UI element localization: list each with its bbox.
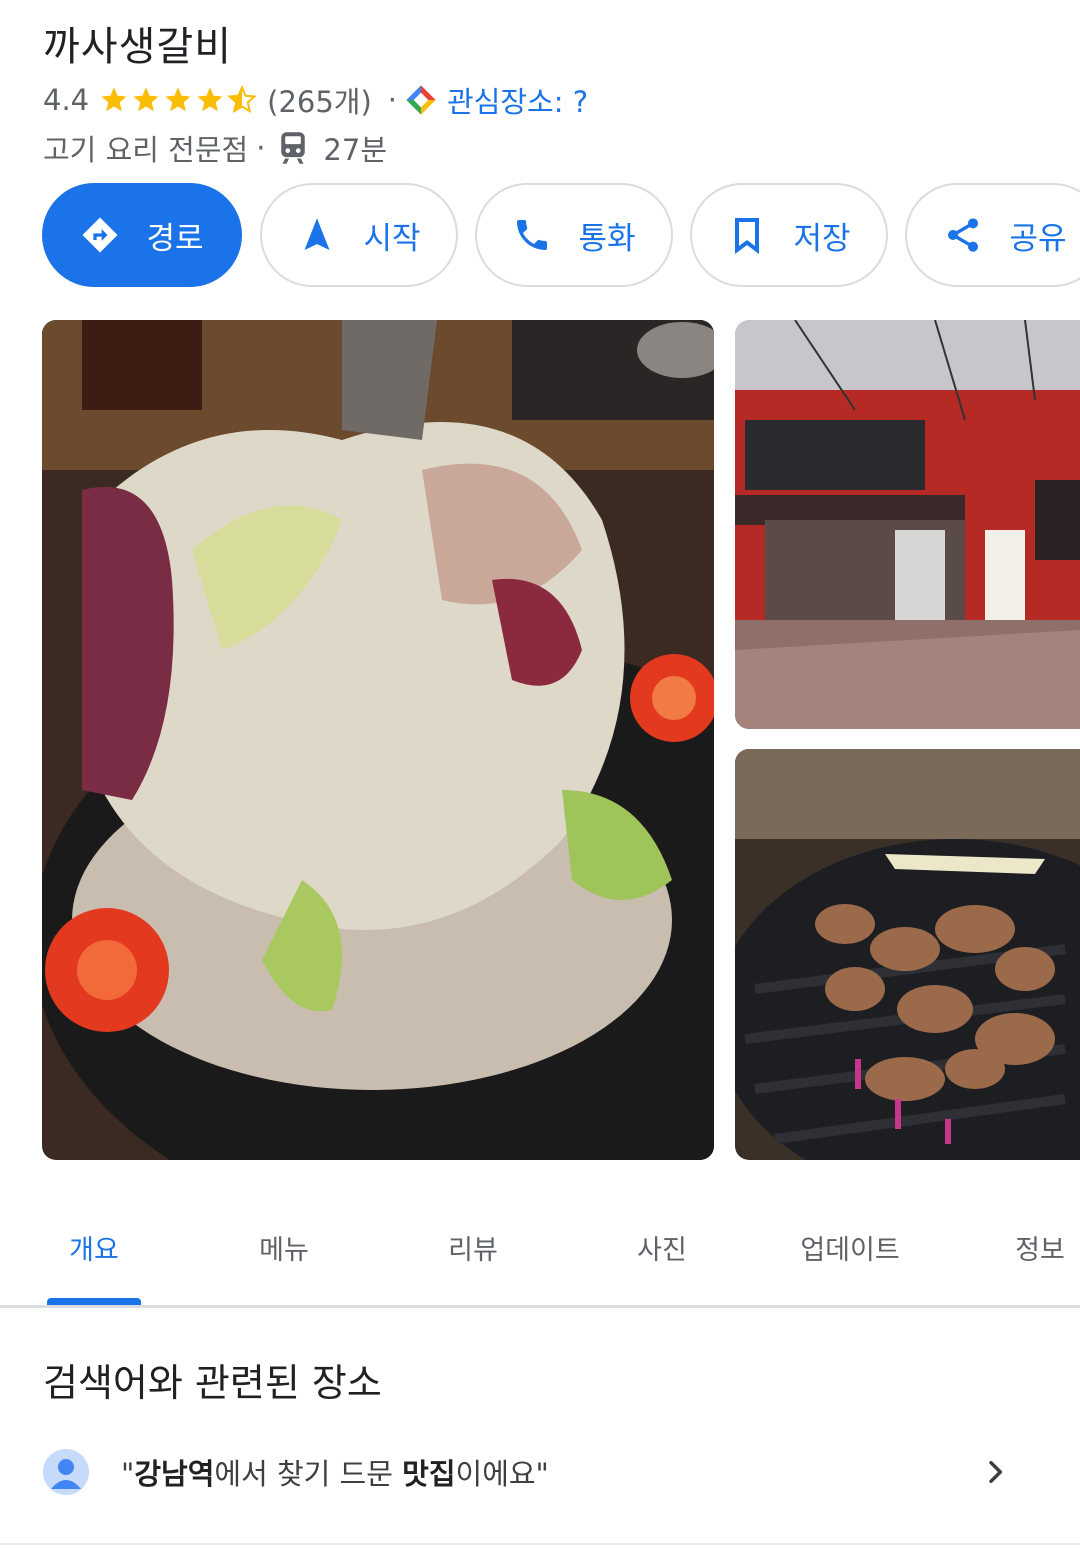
- share-button[interactable]: 공유: [905, 183, 1080, 287]
- storefront-image: [735, 320, 1080, 729]
- interest-place-link[interactable]: 관심장소: ?: [405, 79, 588, 121]
- tab-info[interactable]: 정보: [1015, 1228, 1065, 1267]
- transit-time: 27분: [323, 133, 388, 167]
- main-photo-salad[interactable]: [42, 320, 714, 1160]
- tabs-divider: [0, 1305, 1080, 1308]
- quote-text-end: 이에요": [455, 1457, 549, 1491]
- review-count[interactable]: (265개): [267, 79, 372, 121]
- action-chips: 경로 시작 통화 저장 공유: [42, 183, 1080, 287]
- avatar: [43, 1449, 89, 1495]
- start-button[interactable]: 시작: [260, 183, 458, 287]
- tab-photos[interactable]: 사진: [637, 1228, 687, 1267]
- grill-photo[interactable]: [735, 749, 1080, 1160]
- directions-icon: [82, 217, 118, 253]
- interest-diamond-icon: [406, 85, 436, 115]
- quote-open: ": [121, 1457, 135, 1491]
- highlight-location: 강남역: [134, 1457, 215, 1491]
- share-icon: [948, 218, 979, 252]
- place-title: 까사생갈비: [43, 24, 232, 70]
- tab-updates[interactable]: 업데이트: [800, 1228, 899, 1267]
- tab-reviews[interactable]: 리뷰: [448, 1228, 498, 1267]
- star-icon: [133, 87, 159, 112]
- separator-dot: ·: [387, 83, 398, 117]
- tab-menu[interactable]: 메뉴: [259, 1228, 309, 1267]
- storefront-photo[interactable]: [735, 320, 1080, 729]
- quote-text: 에서 찾기 드문: [214, 1457, 403, 1491]
- star-icon: [165, 87, 191, 112]
- directions-label: 경로: [146, 220, 204, 257]
- tab-bar: 개요 메뉴 리뷰 사진 업데이트 정보: [0, 1214, 1080, 1308]
- half-star-icon: [227, 85, 258, 114]
- rating-score: 4.4: [43, 83, 90, 117]
- save-label: 저장: [793, 220, 851, 257]
- grilled-meat-image: [735, 749, 1080, 1160]
- bottom-divider: [0, 1543, 1080, 1545]
- separator-dot: ·: [256, 131, 266, 165]
- start-label: 시작: [363, 220, 421, 257]
- related-section-title: 검색어와 관련된 장소: [43, 1361, 382, 1405]
- category-label: 고기 요리 전문점: [43, 133, 249, 167]
- phone-icon: [517, 220, 548, 250]
- navigation-arrow-icon: [304, 218, 330, 250]
- train-icon: [281, 132, 306, 164]
- person-icon: [43, 1449, 89, 1495]
- highlight-keyword: 맛집: [402, 1457, 456, 1491]
- chevron-right-icon: [989, 1460, 1003, 1484]
- category-row: 고기 요리 전문점 · 27분: [43, 126, 387, 170]
- bookmark-icon: [735, 218, 760, 254]
- related-review-row[interactable]: "강남역에서 찾기 드문 맛집이에요": [43, 1440, 1043, 1504]
- save-button[interactable]: 저장: [690, 183, 888, 287]
- star-icon: [101, 87, 127, 112]
- rating-row: 4.4 (265개) · 관심장소: ?: [43, 80, 588, 120]
- salad-image: [42, 320, 714, 1160]
- review-snippet: "강남역에서 찾기 드문 맛집이에요": [121, 1451, 549, 1493]
- call-label: 통화: [578, 220, 636, 257]
- share-label: 공유: [1009, 220, 1067, 257]
- call-button[interactable]: 통화: [475, 183, 673, 287]
- tab-overview[interactable]: 개요: [69, 1228, 119, 1267]
- star-icon: [197, 87, 223, 112]
- interest-label: 관심장소: ?: [447, 85, 589, 119]
- rating-stars[interactable]: [99, 85, 258, 115]
- directions-button[interactable]: 경로: [42, 183, 242, 287]
